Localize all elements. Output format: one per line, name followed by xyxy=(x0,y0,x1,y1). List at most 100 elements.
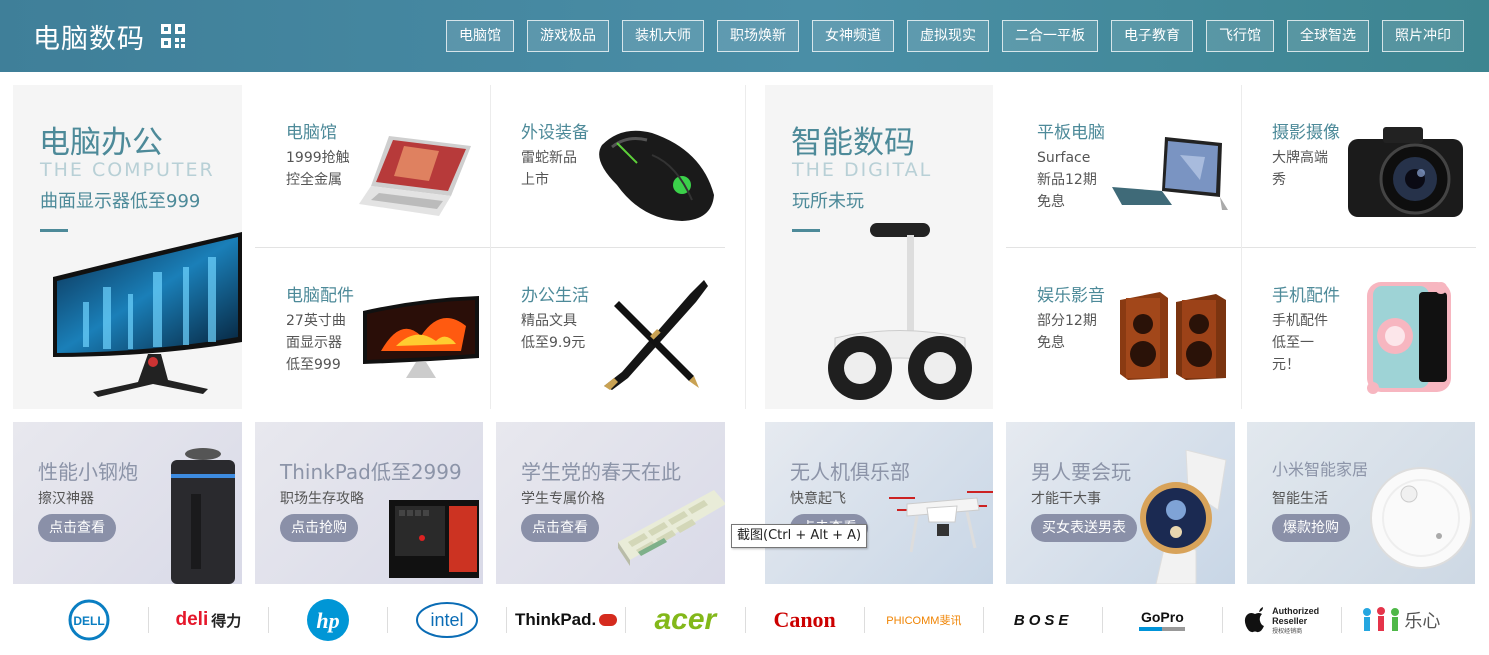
nav-item-global-select[interactable]: 全球智选 xyxy=(1287,20,1369,52)
feature-smart-digital[interactable]: 智能数码 THE DIGITAL 玩所未玩 xyxy=(765,85,993,409)
dell-logo[interactable]: DELL xyxy=(30,599,148,641)
feature-subtitle-en: THE DIGITAL xyxy=(792,159,933,181)
product-cell-entertainment[interactable]: 娱乐影音 部分12期免息 xyxy=(1006,248,1240,409)
nav-item-photo-print[interactable]: 照片冲印 xyxy=(1382,20,1464,52)
promo-buy-button[interactable]: 点击抢购 xyxy=(280,514,358,542)
promo-card-mini-pc[interactable]: 性能小钢炮 擦汉神器 点击查看 xyxy=(13,422,242,584)
product-cell-tablets[interactable]: 平板电脑 Surface新品12期免息 xyxy=(1006,85,1240,246)
promo-subtitle: 职场生存攻略 xyxy=(280,491,364,507)
nav-item-computer-hall[interactable]: 电脑馆 xyxy=(446,20,514,52)
nav-item-goddess[interactable]: 女神频道 xyxy=(812,20,894,52)
intel-logo[interactable]: intel xyxy=(388,600,506,640)
thinkpad-red-dot-icon xyxy=(599,614,618,626)
product-cell-photography[interactable]: 摄影摄像 大牌高端秀 xyxy=(1241,85,1475,246)
cell-desc: 雷蛇新品上市 xyxy=(521,150,577,188)
gopro-color-bar xyxy=(1139,627,1186,631)
promo-buy-button[interactable]: 爆款抢购 xyxy=(1272,514,1350,542)
nav-item-2in1-tablet[interactable]: 二合一平板 xyxy=(1002,20,1098,52)
promo-view-button[interactable]: 点击查看 xyxy=(521,514,599,542)
feature-divider xyxy=(792,229,820,232)
nav-item-e-education[interactable]: 电子教育 xyxy=(1111,20,1193,52)
promo-card-smart-home[interactable]: 小米智能家居 智能生活 爆款抢购 xyxy=(1247,422,1475,584)
promo-title: 性能小钢炮 xyxy=(38,460,138,484)
phicomm-logo-text: PHICOMM斐讯 xyxy=(886,615,962,627)
canon-logo[interactable]: Canon xyxy=(746,600,864,640)
promo-subtitle: 智能生活 xyxy=(1272,491,1328,507)
nav-item-flight[interactable]: 飞行馆 xyxy=(1206,20,1274,52)
deli-logo[interactable]: deli 得力 xyxy=(149,600,267,640)
page-title: 电脑数码 xyxy=(33,24,145,55)
thinkpad-logo[interactable]: ThinkPad. xyxy=(507,600,625,640)
gaming-mouse-image xyxy=(599,130,714,221)
hp-logo[interactable]: hp xyxy=(269,599,387,641)
cell-title: 平板电脑 xyxy=(1037,123,1105,143)
apple-icon xyxy=(1245,607,1265,633)
cell-title: 手机配件 xyxy=(1272,286,1340,306)
nav-item-gaming[interactable]: 游戏极品 xyxy=(527,20,609,52)
cell-title: 电脑配件 xyxy=(286,286,354,306)
cell-desc: Surface新品12期免息 xyxy=(1037,150,1097,210)
mini-pc-image xyxy=(171,448,235,584)
feature-slogan: 曲面显示器低至999 xyxy=(40,191,201,212)
promo-view-button[interactable]: 点击查看 xyxy=(38,514,116,542)
product-cell-phone-accessories[interactable]: 手机配件 手机配件低至一元！ xyxy=(1241,248,1475,409)
cell-title: 娱乐影音 xyxy=(1037,286,1105,306)
watch-image xyxy=(1140,450,1227,584)
hp-logo-text: hp xyxy=(316,608,339,633)
cell-title: 摄影摄像 xyxy=(1272,123,1340,143)
promo-subtitle: 才能干大事 xyxy=(1031,491,1101,507)
qr-code-icon[interactable] xyxy=(160,23,186,49)
screenshot-tooltip: 截图(Ctrl + Alt + A) xyxy=(731,524,868,548)
promo-buy-button[interactable]: 买女表送男表 xyxy=(1031,514,1137,542)
curved-monitor-image xyxy=(53,232,242,397)
feature-computer-office[interactable]: 电脑办公 THE COMPUTER 曲面显示器低至999 xyxy=(13,85,242,409)
cell-title: 办公生活 xyxy=(521,286,589,306)
promo-title: 学生党的春天在此 xyxy=(521,460,681,484)
product-cell-peripherals[interactable]: 外设装备 雷蛇新品上市 xyxy=(490,85,724,246)
feature-title: 智能数码 xyxy=(791,125,915,161)
apple-reseller-line2: Reseller xyxy=(1272,615,1308,626)
acer-logo-text: acer xyxy=(654,603,717,636)
cell-title: 外设装备 xyxy=(521,123,589,143)
promo-card-watch[interactable]: 男人要会玩 才能干大事 买女表送男表 xyxy=(1006,422,1235,584)
lexin-logo[interactable]: 乐心 xyxy=(1342,600,1460,640)
bose-logo-text: BOSE xyxy=(1013,611,1073,629)
promo-title: 男人要会玩 xyxy=(1031,460,1131,484)
promo-card-keyboard[interactable]: 学生党的春天在此 学生专属价格 点击查看 xyxy=(496,422,725,584)
promo-subtitle: 学生专属价格 xyxy=(521,491,605,507)
apple-reseller-logo[interactable]: Authorized Reseller 授权经销商 xyxy=(1223,600,1341,640)
robot-vacuum-image xyxy=(1370,467,1472,569)
phicomm-logo[interactable]: PHICOMM斐讯 xyxy=(865,600,983,640)
lexin-logo-text: 乐心 xyxy=(1404,611,1441,632)
cell-desc: 1999抢触控全金属 xyxy=(286,150,350,188)
nav-item-pc-builder[interactable]: 装机大师 xyxy=(622,20,704,52)
apple-reseller-line3: 授权经销商 xyxy=(1272,627,1303,635)
product-cell-office-life[interactable]: 办公生活 精品文具低至9.9元 xyxy=(490,248,724,409)
bose-logo[interactable]: BOSE xyxy=(984,600,1102,640)
nav-item-workplace[interactable]: 职场焕新 xyxy=(717,20,799,52)
promo-subtitle: 擦汉神器 xyxy=(38,491,94,507)
gopro-logo-text: GoPro xyxy=(1140,609,1184,625)
dell-logo-text: DELL xyxy=(73,614,104,628)
category-nav: 电脑馆 游戏极品 装机大师 职场焕新 女神频道 虚拟现实 二合一平板 电子教育 … xyxy=(446,20,1464,52)
feature-subtitle-en: THE COMPUTER xyxy=(40,159,215,181)
nav-item-vr[interactable]: 虚拟现实 xyxy=(907,20,989,52)
product-cell-computer-hall[interactable]: 电脑馆 1999抢触控全金属 xyxy=(255,85,489,246)
gopro-logo[interactable]: GoPro xyxy=(1103,600,1221,640)
header-bar: 电脑数码 电脑馆 游戏极品 装机大师 职场焕新 女神频道 虚拟现实 二合一平板 … xyxy=(0,0,1489,72)
promo-card-thinkpad[interactable]: ThinkPad低至2999 职场生存攻略 点击抢购 xyxy=(255,422,483,584)
apple-reseller-line1: Authorized xyxy=(1272,605,1320,616)
acer-logo[interactable]: acer xyxy=(626,600,744,640)
promo-subtitle: 快意起飞 xyxy=(790,491,846,507)
phone-case-image xyxy=(1367,282,1451,394)
thinkpad-image xyxy=(389,500,479,578)
feature-title: 电脑办公 xyxy=(39,125,163,161)
drone-image xyxy=(889,491,993,553)
thinkpad-logo-text: ThinkPad. xyxy=(515,610,597,629)
cell-desc: 手机配件低至一元！ xyxy=(1272,313,1328,373)
balance-scooter-image xyxy=(828,223,972,400)
product-cell-pc-accessories[interactable]: 电脑配件 27英寸曲面显示器低至999 xyxy=(255,248,489,409)
promo-card-drone[interactable]: 无人机俱乐部 快意起飞 点击查看 xyxy=(765,422,993,584)
speakers-image xyxy=(1120,292,1226,380)
promo-title: 小米智能家居 xyxy=(1272,460,1369,479)
